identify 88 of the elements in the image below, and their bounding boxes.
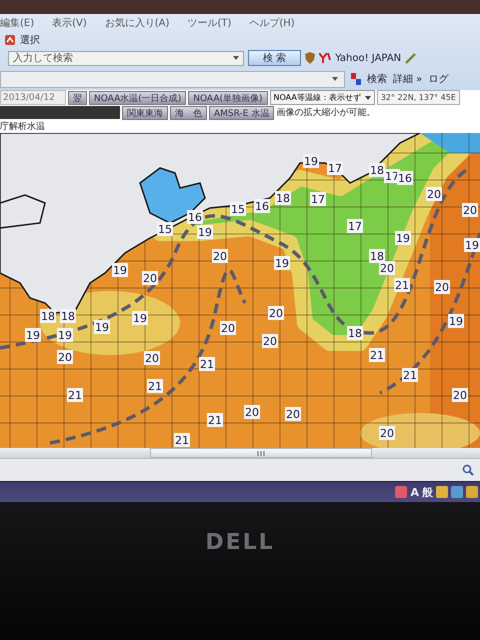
isotherm-label: 18 (347, 326, 363, 340)
scrollbar-thumb[interactable] (150, 448, 372, 458)
isotherm-label: 19 (94, 320, 110, 334)
isotherm-label: 19 (25, 328, 41, 342)
ime-indicator[interactable]: 般 (422, 484, 433, 500)
isotherm-label: 20 (144, 351, 160, 365)
isotherm-label: 20 (434, 280, 450, 294)
isotherm-label: 19 (395, 231, 411, 245)
isotherm-label: 20 (212, 249, 228, 263)
isotherm-label: 20 (220, 321, 236, 335)
isotherm-label: 20 (452, 388, 468, 402)
isotherm-label: 20 (426, 187, 442, 201)
hint-text: 画像の拡大縮小が可能。 (276, 106, 376, 119)
isotherm-label: 21 (147, 379, 163, 393)
isotherm-label: 20 (379, 261, 395, 275)
date-field[interactable]: 2013/04/12 (0, 90, 66, 105)
isotherm-label: 18 (369, 249, 385, 263)
ime-indicator[interactable]: A (410, 486, 419, 498)
isotherm-label: 19 (274, 256, 290, 270)
isotherm-label: 21 (199, 357, 215, 371)
isotherm-select[interactable]: NOAA等温線：表示せず (270, 90, 375, 105)
tray-icon[interactable] (451, 486, 463, 498)
dropdown-icon (233, 56, 239, 60)
isotherm-label: 19 (132, 311, 148, 325)
isotherm-label: 17 (310, 192, 326, 206)
brand-logo: DELL (205, 530, 275, 557)
grip-icon (257, 450, 265, 456)
isotherm-label: 20 (379, 426, 395, 440)
isotherm-label: 20 (268, 306, 284, 320)
isotherm-label: 21 (402, 368, 418, 382)
dropdown-icon (364, 96, 371, 100)
tray-icon[interactable] (395, 486, 408, 498)
isotherm-label: 21 (394, 278, 410, 292)
isotherm-label: 16 (397, 171, 413, 185)
isotherm-label: 18 (60, 309, 76, 323)
isotherm-label: 17 (347, 219, 363, 233)
isotherm-label: 20 (244, 405, 260, 419)
isotherm-label: 20 (285, 407, 301, 421)
isotherm-label: 19 (197, 225, 213, 239)
search-field[interactable]: 入力して検索 (8, 50, 244, 66)
layer-button[interactable]: 海 色 (170, 106, 207, 120)
search-link[interactable]: 検索 (367, 72, 387, 86)
isotherm-label: 19 (303, 154, 319, 168)
menu-item[interactable]: ヘルプ(H) (249, 16, 295, 30)
isotherm-label: 21 (174, 433, 190, 447)
isotherm-label: 20 (142, 271, 158, 285)
isotherm-label: 21 (67, 388, 83, 402)
login-link[interactable]: ログ (428, 72, 448, 86)
isotherm-label: 19 (112, 263, 128, 277)
isotherm-label: 20 (262, 334, 278, 348)
isotherm-label: 15 (157, 222, 173, 236)
pen-icon (405, 52, 418, 64)
dropdown-icon (332, 77, 338, 81)
menu-item[interactable]: ツール(T) (187, 16, 232, 30)
map-caption: 庁解析水温 (0, 120, 46, 133)
tray-icon[interactable] (466, 486, 478, 498)
isotherm-label: 19 (57, 328, 73, 342)
isotherm-label: 15 (230, 202, 246, 216)
isotherm-label: 19 (448, 314, 464, 328)
isotherm-label: 21 (207, 413, 223, 427)
details-link[interactable]: 詳細 » (393, 72, 422, 86)
isotherm-label: 20 (57, 350, 73, 364)
menu-item[interactable]: 表示(V) (52, 16, 87, 30)
isotherm-label: 21 (369, 348, 385, 362)
isotherm-label: 18 (40, 309, 56, 323)
menu-item[interactable]: 編集(E) (0, 16, 34, 30)
tray-icon[interactable] (436, 486, 448, 498)
provider-link[interactable]: Yahoo! JAPAN (335, 52, 402, 64)
address-field[interactable] (0, 70, 345, 88)
isotherm-label: 18 (275, 191, 291, 205)
isotherm-label: 16 (187, 210, 203, 224)
shield-icon (305, 52, 316, 64)
select-button[interactable]: 選択 (20, 32, 40, 46)
isotherm-label: 20 (462, 203, 478, 217)
search-button[interactable]: 検 索 (248, 50, 302, 66)
select-icon (4, 34, 16, 46)
layer-button[interactable]: AMSR-E 水温 (209, 106, 274, 120)
isotherm-label: 17 (327, 161, 343, 175)
isotherm-label: 18 (369, 163, 385, 177)
zoom-icon[interactable] (462, 464, 474, 476)
step-button[interactable]: 翌 (68, 90, 87, 104)
isotherm-label: 16 (254, 199, 270, 213)
coordinates-field: 32° 22N, 137° 45E (376, 90, 460, 105)
isotherm-label: 19 (464, 238, 480, 252)
layer-button[interactable]: NOAA水温(一日合成) (89, 90, 186, 104)
menu-item[interactable]: お気に入り(A) (104, 16, 170, 30)
layer-button[interactable]: NOAA(単独画像) (188, 90, 268, 104)
layer-button[interactable]: 関東東海 (122, 106, 168, 120)
